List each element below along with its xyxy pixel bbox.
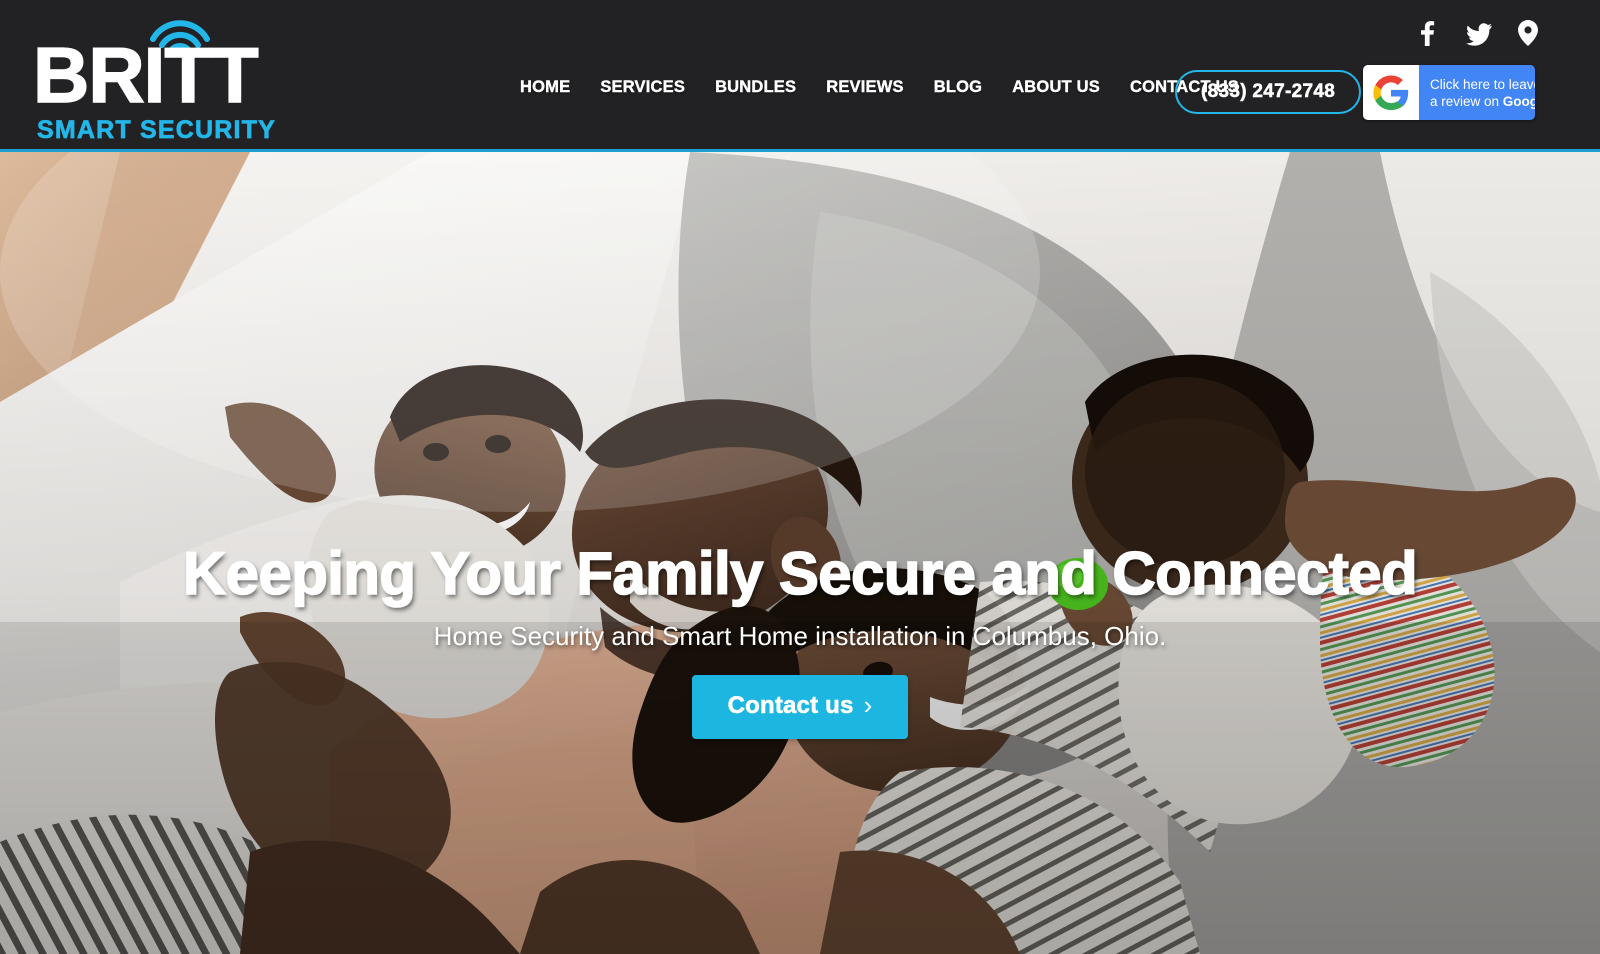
phone-number-button[interactable]: (833) 247-2748 [1175,70,1362,114]
primary-nav: HOME SERVICES BUNDLES REVIEWS BLOG ABOUT… [505,78,1254,97]
google-badge-line2-bold: Google! [1502,93,1535,109]
google-review-badge[interactable]: Click here to leave us a review on Googl… [1363,65,1535,120]
hero-section: Keeping Your Family Secure and Connected… [0,152,1600,954]
chevron-right-icon: › [863,690,873,720]
page-root: BRITT SMART SECURITY HOME SERVICES BUNDL… [0,0,1600,954]
social-links [1414,20,1542,46]
twitter-icon[interactable] [1466,20,1492,46]
site-header: BRITT SMART SECURITY HOME SERVICES BUNDL… [0,0,1600,152]
contact-us-button[interactable]: Contact us › [691,675,909,739]
nav-item-about-us[interactable]: ABOUT US [997,78,1115,97]
nav-item-home[interactable]: HOME [505,78,585,97]
hero-subheadline: Home Security and Smart Home installatio… [433,621,1167,651]
google-g-icon [1363,65,1419,120]
location-pin-icon[interactable] [1518,20,1542,46]
facebook-icon[interactable] [1414,20,1438,46]
google-badge-line2: a review on Google! [1430,93,1535,110]
google-badge-text: Click here to leave us a review on Googl… [1419,65,1535,120]
logo-wordmark: BRITT [32,31,259,119]
google-badge-line2-prefix: a review on [1430,93,1503,109]
site-logo[interactable]: BRITT SMART SECURITY [32,14,333,143]
hero-content: Keeping Your Family Secure and Connected… [0,152,1600,954]
hero-headline: Keeping Your Family Secure and Connected [182,540,1418,607]
logo-tagline: SMART SECURITY [37,116,277,144]
nav-item-services[interactable]: SERVICES [585,78,700,97]
nav-item-bundles[interactable]: BUNDLES [700,78,811,97]
contact-us-label: Contact us [727,692,854,720]
nav-item-blog[interactable]: BLOG [919,78,997,97]
google-badge-line1: Click here to leave us [1430,76,1535,92]
nav-item-reviews[interactable]: REVIEWS [811,78,919,97]
